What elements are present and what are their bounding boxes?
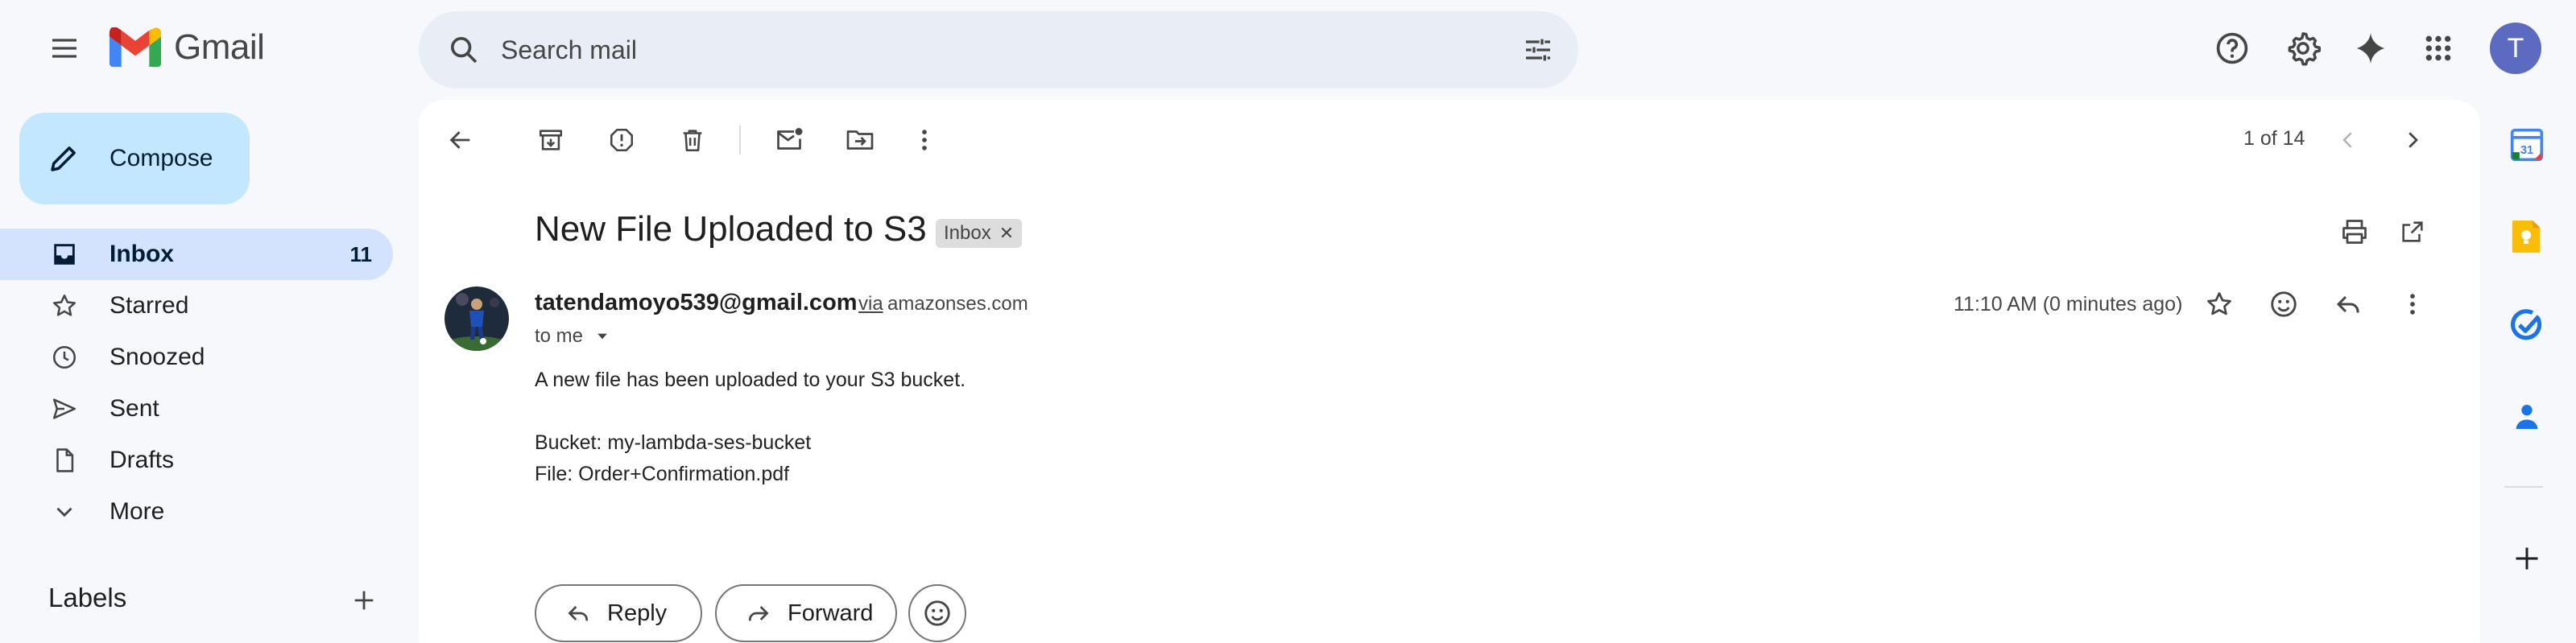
tasks-icon[interactable] <box>2503 301 2551 349</box>
smiley-icon <box>924 600 950 626</box>
nav-item-sent[interactable]: Sent <box>0 383 393 435</box>
emoji-reaction-button[interactable] <box>908 584 966 642</box>
sender-avatar[interactable] <box>444 286 509 351</box>
hamburger-icon <box>52 39 76 58</box>
open-new-window-icon[interactable] <box>2390 209 2435 254</box>
label-badge-inbox[interactable]: Inbox ✕ <box>936 219 1023 248</box>
forward-arrow-icon <box>749 606 769 621</box>
back-arrow-icon[interactable] <box>438 117 483 163</box>
nav-label-drafts: Drafts <box>110 447 175 473</box>
inbox-icon <box>48 238 81 270</box>
add-reaction-emoji-icon[interactable] <box>2261 282 2306 327</box>
search-bar[interactable] <box>419 11 1578 89</box>
star-toggle-icon[interactable] <box>2197 282 2242 327</box>
add-label-icon[interactable] <box>341 578 387 623</box>
body-line-1: A new file has been uploaded to your S3 … <box>535 369 966 391</box>
mark-unread-icon[interactable] <box>767 117 812 163</box>
reply-icon[interactable] <box>2326 282 2371 327</box>
print-icon[interactable] <box>2332 209 2377 254</box>
chevron-down-icon <box>48 496 81 528</box>
toolbar-divider <box>739 126 741 155</box>
side-panel-divider <box>2504 486 2543 488</box>
nav-item-starred[interactable]: Starred <box>0 280 393 332</box>
compose-label: Compose <box>110 145 213 171</box>
message-more-vert-icon[interactable] <box>2390 282 2435 327</box>
newer-chevron-left-icon[interactable] <box>2326 117 2371 163</box>
settings-gear-icon[interactable] <box>2277 23 2329 74</box>
account-avatar[interactable]: T <box>2490 23 2541 74</box>
more-vert-icon[interactable] <box>902 117 947 163</box>
nav-label-snoozed: Snoozed <box>110 344 205 370</box>
caret-down-icon <box>597 333 607 340</box>
star-icon <box>48 290 81 322</box>
forward-button[interactable]: Forward <box>715 584 897 642</box>
calendar-day: 31 <box>2520 144 2533 157</box>
archive-icon[interactable] <box>528 117 573 163</box>
gemini-sparkle-icon[interactable] <box>2345 23 2396 74</box>
via-link[interactable]: via <box>858 293 883 315</box>
search-input[interactable] <box>501 35 1512 65</box>
reply-label: Reply <box>607 600 668 626</box>
help-icon[interactable] <box>2206 23 2258 74</box>
gmail-m-icon <box>110 27 161 67</box>
move-to-folder-icon[interactable] <box>837 117 883 163</box>
add-icon[interactable] <box>2503 534 2551 583</box>
recipient-label: to me <box>535 325 584 347</box>
forward-label: Forward <box>788 600 874 626</box>
search-icon[interactable] <box>438 24 490 76</box>
keep-icon[interactable] <box>2503 212 2551 261</box>
reply-arrow-icon <box>568 606 588 621</box>
apps-grid-icon[interactable] <box>2413 23 2464 74</box>
send-icon <box>48 393 81 425</box>
calendar-icon[interactable]: 31 <box>2503 121 2551 169</box>
recipient-details-toggle[interactable]: to me <box>535 325 610 348</box>
gmail-logo[interactable]: Gmail <box>110 27 265 68</box>
nav-item-more[interactable]: More <box>0 486 393 538</box>
nav-label-inbox: Inbox <box>110 241 174 267</box>
email-timestamp: 11:10 AM (0 minutes ago) <box>1954 293 2183 315</box>
pencil-icon <box>51 146 76 171</box>
account-initial: T <box>2507 32 2524 64</box>
contacts-icon[interactable] <box>2503 393 2551 441</box>
inbox-unread-count: 11 <box>349 241 373 266</box>
nav-item-inbox[interactable]: Inbox 11 <box>0 229 393 280</box>
body-line-3: File: Order+Confirmation.pdf <box>535 463 790 485</box>
sender-email[interactable]: tatendamoyo539@gmail.com <box>535 290 858 316</box>
main-menu-button[interactable] <box>39 23 90 74</box>
nav-item-snoozed[interactable]: Snoozed <box>0 332 393 383</box>
app-name: Gmail <box>174 27 265 67</box>
nav-label-sent: Sent <box>110 395 159 422</box>
remove-label-close-icon[interactable]: ✕ <box>999 223 1014 244</box>
nav-item-drafts[interactable]: Drafts <box>0 435 393 486</box>
nav-label-starred: Starred <box>110 292 189 319</box>
delete-trash-icon[interactable] <box>670 117 715 163</box>
label-badge-text: Inbox <box>944 222 991 244</box>
nav-label-more: More <box>110 498 165 525</box>
report-spam-icon[interactable] <box>599 117 644 163</box>
clock-icon <box>48 341 81 373</box>
pagination-label: 1 of 14 <box>2243 127 2305 150</box>
email-subject: New File Uploaded to S3 <box>535 209 927 249</box>
reply-button[interactable]: Reply <box>535 584 702 642</box>
draft-icon <box>48 444 81 476</box>
via-domain: amazonses.com <box>887 293 1028 315</box>
search-options-icon[interactable] <box>1512 24 1564 76</box>
compose-button[interactable]: Compose <box>19 113 250 204</box>
labels-heading: Labels <box>48 583 127 612</box>
body-line-2: Bucket: my-lambda-ses-bucket <box>535 431 812 454</box>
older-chevron-right-icon[interactable] <box>2390 117 2435 163</box>
